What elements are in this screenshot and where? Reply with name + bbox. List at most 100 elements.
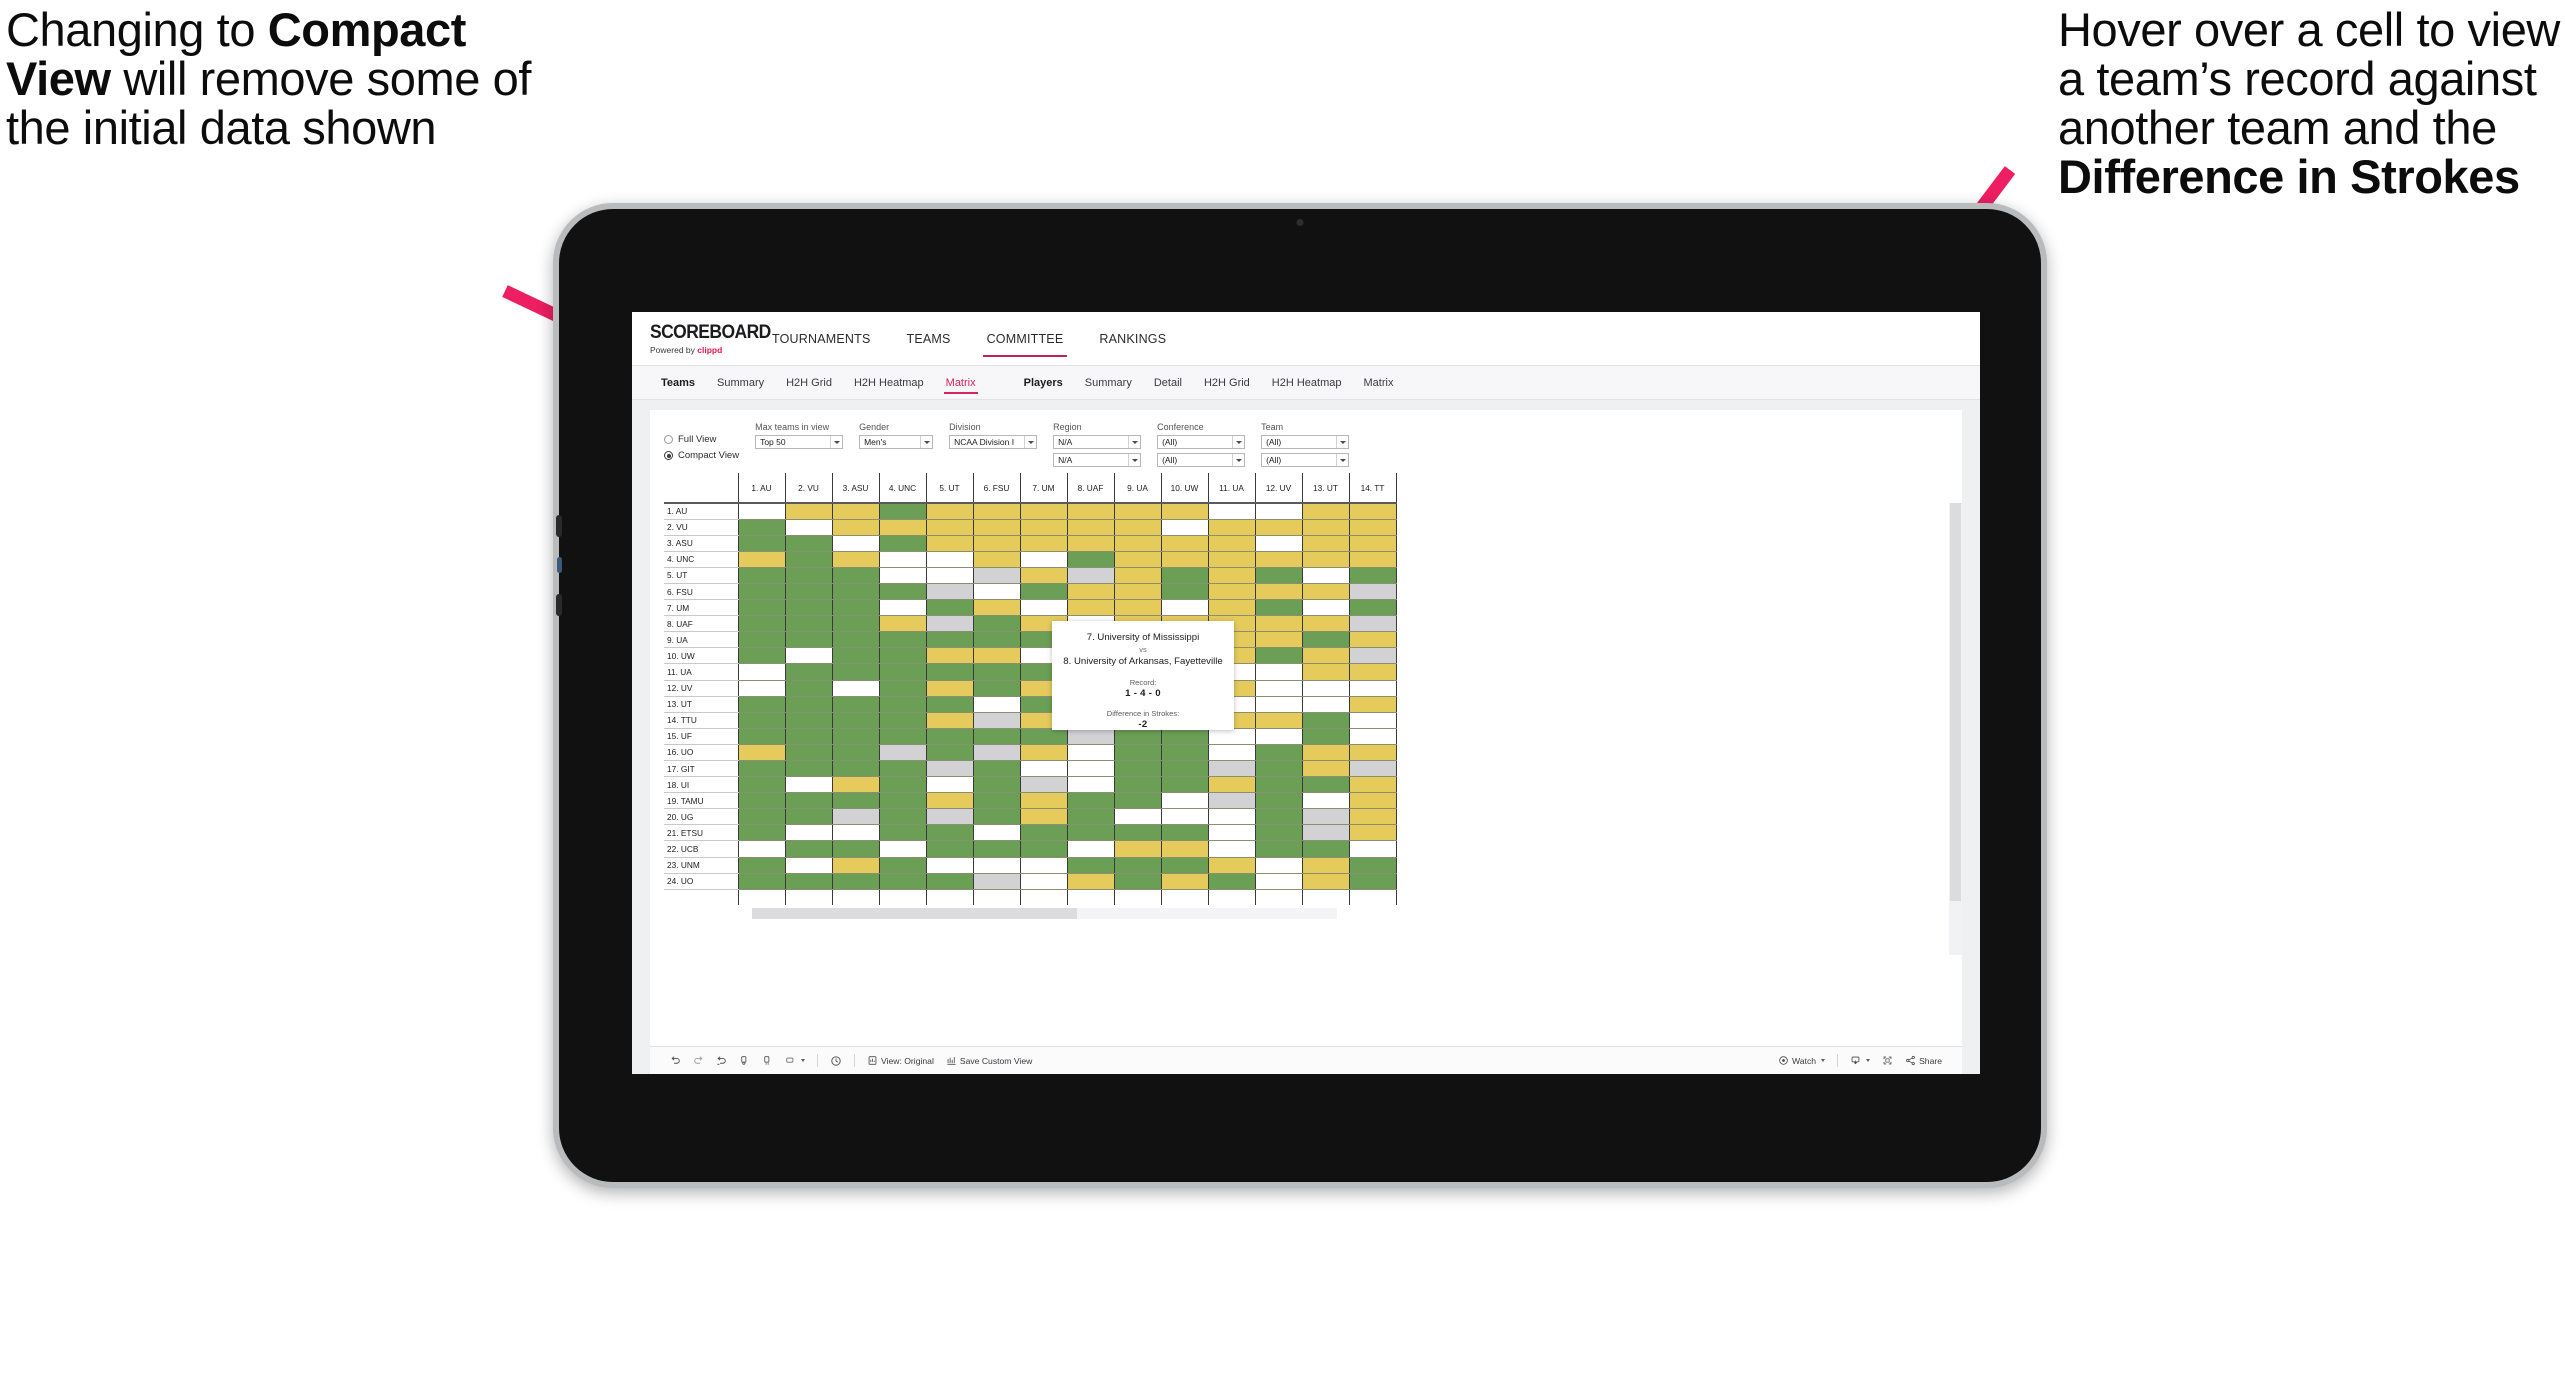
matrix-cell[interactable] bbox=[1019, 535, 1067, 552]
matrix-cell[interactable] bbox=[1348, 824, 1397, 842]
matrix-cell[interactable] bbox=[878, 680, 926, 697]
matrix-cell[interactable] bbox=[972, 615, 1020, 633]
matrix-cell[interactable] bbox=[1066, 551, 1114, 568]
matrix-cell[interactable] bbox=[1207, 599, 1255, 617]
matrix-cell[interactable] bbox=[878, 840, 926, 858]
matrix-cell[interactable] bbox=[925, 728, 973, 745]
matrix-cell[interactable] bbox=[878, 615, 926, 633]
matrix-cell[interactable] bbox=[1348, 873, 1397, 890]
matrix-cell[interactable] bbox=[1160, 824, 1208, 842]
matrix-cell[interactable] bbox=[1066, 583, 1114, 601]
matrix-cell[interactable] bbox=[831, 760, 879, 778]
matrix-cell[interactable] bbox=[831, 583, 879, 601]
filter-region-select-2[interactable]: N/A bbox=[1053, 453, 1142, 467]
matrix-cell[interactable] bbox=[1301, 599, 1349, 617]
refresh-data-button[interactable] bbox=[733, 1050, 756, 1072]
matrix-row-header[interactable]: 9. UA bbox=[664, 631, 738, 649]
matrix-cell[interactable] bbox=[972, 824, 1020, 842]
matrix-cell[interactable] bbox=[1113, 857, 1161, 874]
matrix-cell[interactable] bbox=[1160, 744, 1208, 762]
matrix-cell[interactable] bbox=[925, 519, 973, 536]
matrix-cell[interactable] bbox=[784, 776, 832, 794]
matrix-cell[interactable] bbox=[1160, 567, 1208, 584]
matrix-cell[interactable] bbox=[925, 808, 973, 826]
matrix-cell[interactable] bbox=[1066, 744, 1114, 762]
matrix-cell[interactable] bbox=[925, 792, 973, 810]
matrix-cell[interactable] bbox=[1019, 840, 1067, 858]
matrix-cell[interactable] bbox=[925, 503, 973, 520]
matrix-cell[interactable] bbox=[1113, 728, 1161, 745]
matrix-row-header[interactable]: 13. UT bbox=[664, 696, 738, 713]
matrix-cell[interactable] bbox=[831, 728, 879, 745]
matrix-cell[interactable] bbox=[1066, 824, 1114, 842]
matrix-cell[interactable] bbox=[831, 824, 879, 842]
matrix-cell[interactable] bbox=[1301, 615, 1349, 633]
matrix-cell[interactable] bbox=[1254, 583, 1302, 601]
matrix-cell[interactable] bbox=[1066, 519, 1114, 536]
matrix-cell[interactable] bbox=[737, 873, 785, 890]
filter-division-select[interactable]: NCAA Division I bbox=[949, 435, 1038, 449]
pause-refresh-button[interactable] bbox=[756, 1050, 779, 1072]
matrix-cell[interactable] bbox=[784, 696, 832, 713]
matrix-cell[interactable] bbox=[1301, 631, 1349, 649]
matrix-cell[interactable] bbox=[1066, 808, 1114, 826]
top-nav-teams[interactable]: TEAMS bbox=[889, 312, 969, 365]
matrix-cell[interactable] bbox=[972, 808, 1020, 826]
matrix-cell[interactable] bbox=[784, 647, 832, 665]
matrix-cell[interactable] bbox=[878, 631, 926, 649]
matrix-cell[interactable] bbox=[1254, 760, 1302, 778]
matrix-cell[interactable] bbox=[1066, 567, 1114, 584]
matrix-cell[interactable] bbox=[737, 647, 785, 665]
matrix-cell[interactable] bbox=[737, 840, 785, 858]
matrix-cell[interactable] bbox=[1207, 840, 1255, 858]
fullscreen-button[interactable] bbox=[1876, 1050, 1899, 1072]
matrix-row-header[interactable]: 21. ETSU bbox=[664, 824, 738, 842]
matrix-cell[interactable] bbox=[1066, 776, 1114, 794]
matrix-cell[interactable] bbox=[972, 599, 1020, 617]
matrix-cell[interactable] bbox=[1066, 599, 1114, 617]
matrix-cell[interactable] bbox=[784, 728, 832, 745]
matrix-cell[interactable] bbox=[1254, 792, 1302, 810]
matrix-cell[interactable] bbox=[1348, 599, 1397, 617]
matrix-cell[interactable] bbox=[1207, 503, 1255, 520]
matrix-cell[interactable] bbox=[972, 728, 1020, 745]
matrix-cell[interactable] bbox=[925, 776, 973, 794]
matrix-cell[interactable] bbox=[784, 631, 832, 649]
matrix-cell[interactable] bbox=[737, 583, 785, 601]
matrix-cell[interactable] bbox=[1160, 551, 1208, 568]
matrix-cell[interactable] bbox=[1019, 551, 1067, 568]
matrix-row-header[interactable]: 12. UV bbox=[664, 680, 738, 697]
matrix-cell[interactable] bbox=[1301, 712, 1349, 729]
matrix-cell[interactable] bbox=[784, 857, 832, 874]
matrix-cell[interactable] bbox=[1301, 535, 1349, 552]
matrix-cell[interactable] bbox=[1160, 776, 1208, 794]
brand-logo[interactable]: SCOREBOARD Powered by clippd bbox=[632, 312, 771, 365]
matrix-cell[interactable] bbox=[1348, 503, 1397, 520]
matrix-row-header[interactable]: 10. UW bbox=[664, 647, 738, 665]
filter-team-select-1[interactable]: (All) bbox=[1261, 435, 1350, 449]
matrix-cell[interactable] bbox=[972, 503, 1020, 520]
matrix-column-header[interactable]: 8. UAF bbox=[1066, 473, 1114, 504]
matrix-cell[interactable] bbox=[878, 647, 926, 665]
sub-nav-players-summary[interactable]: Summary bbox=[1074, 366, 1143, 399]
matrix-cell[interactable] bbox=[1301, 824, 1349, 842]
matrix-cell[interactable] bbox=[1254, 567, 1302, 584]
matrix-cell[interactable] bbox=[831, 792, 879, 810]
matrix-cell[interactable] bbox=[878, 873, 926, 890]
matrix-cell[interactable] bbox=[925, 647, 973, 665]
matrix-cell[interactable] bbox=[784, 599, 832, 617]
matrix-cell[interactable] bbox=[1348, 776, 1397, 794]
matrix-cell[interactable] bbox=[1113, 792, 1161, 810]
matrix-column-header[interactable]: 6. FSU bbox=[972, 473, 1020, 504]
filter-region-select-1[interactable]: N/A bbox=[1053, 435, 1142, 449]
matrix-cell[interactable] bbox=[1113, 873, 1161, 890]
matrix-cell[interactable] bbox=[831, 712, 879, 729]
sub-nav-players-h2h-heatmap[interactable]: H2H Heatmap bbox=[1261, 366, 1353, 399]
matrix-cell[interactable] bbox=[1066, 792, 1114, 810]
matrix-cell[interactable] bbox=[1301, 567, 1349, 584]
matrix-cell[interactable] bbox=[831, 615, 879, 633]
matrix-cell[interactable] bbox=[1160, 873, 1208, 890]
matrix-column-header[interactable]: 7. UM bbox=[1019, 473, 1067, 504]
filter-conference-select-1[interactable]: (All) bbox=[1157, 435, 1246, 449]
matrix-cell[interactable] bbox=[1254, 776, 1302, 794]
